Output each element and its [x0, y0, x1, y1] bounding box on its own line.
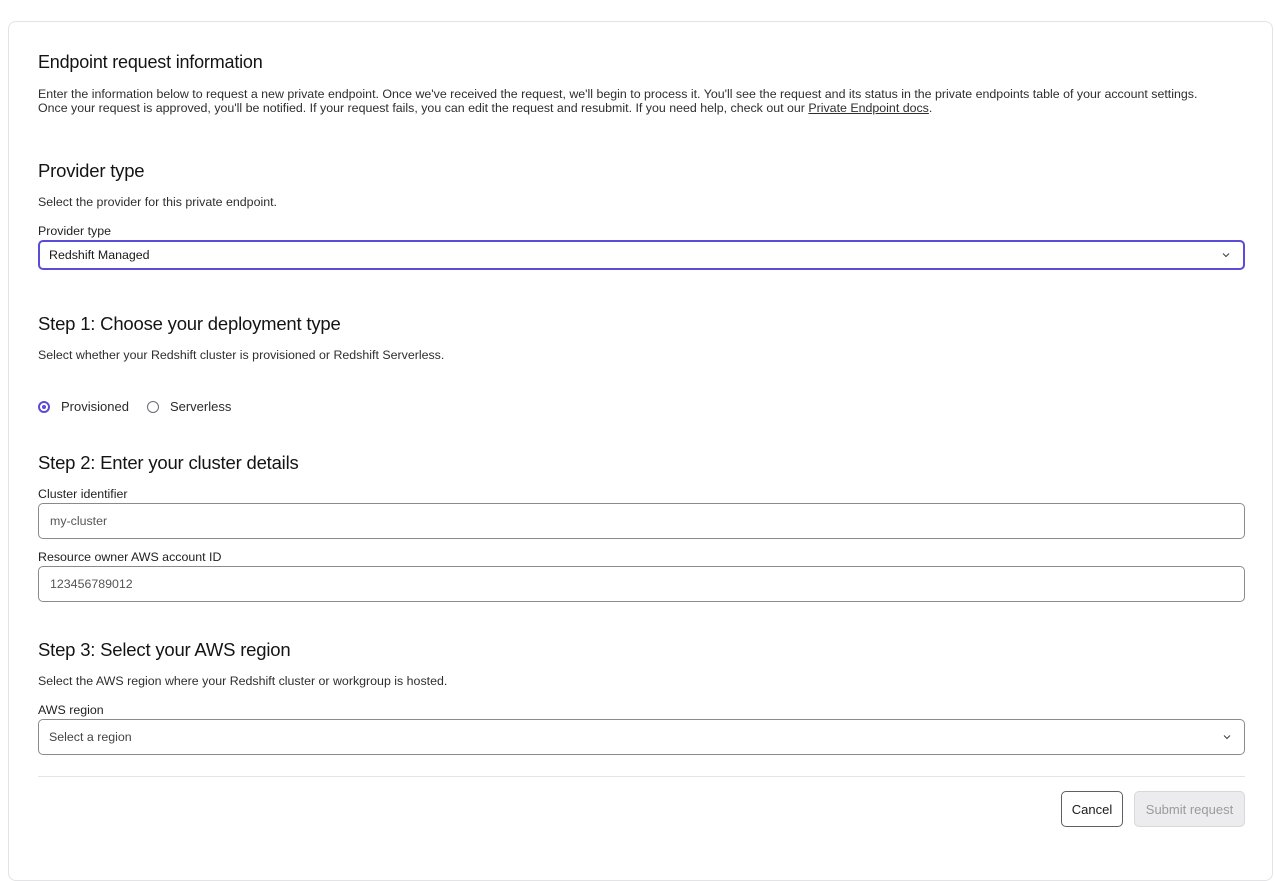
cancel-button[interactable]: Cancel — [1061, 791, 1123, 827]
submit-request-button[interactable]: Submit request — [1134, 791, 1245, 827]
deployment-type-radio-group: Provisioned Serverless — [38, 399, 249, 414]
chevron-down-icon — [1221, 250, 1231, 260]
radio-serverless-label: Serverless — [169, 399, 232, 414]
account-id-label: Resource owner AWS account ID — [38, 550, 222, 564]
aws-region-placeholder: Select a region — [49, 730, 132, 744]
description-line-2: Once your request is approved, you'll be… — [38, 101, 1197, 115]
aws-region-label: AWS region — [38, 703, 104, 717]
step2-title: Step 2: Enter your cluster details — [38, 452, 299, 473]
provider-type-value: Redshift Managed — [49, 248, 150, 262]
account-id-input[interactable] — [38, 566, 1245, 602]
description-line-2-prefix: Once your request is approved, you'll be… — [38, 101, 809, 115]
provider-type-select[interactable]: Redshift Managed — [38, 240, 1245, 270]
radio-provisioned-indicator — [38, 400, 50, 413]
provider-type-label: Provider type — [38, 224, 112, 238]
radio-serverless[interactable]: Serverless — [146, 399, 232, 414]
page-title: Endpoint request information — [38, 52, 263, 72]
aws-region-select[interactable]: Select a region — [38, 719, 1245, 755]
card-content: Endpoint request information Enter the i… — [38, 22, 1245, 880]
provider-description: Select the provider for this private end… — [38, 195, 277, 209]
private-endpoint-docs-link[interactable]: Private Endpoint docs — [808, 101, 929, 115]
header-description: Enter the information below to request a… — [38, 87, 1197, 115]
chevron-down-icon — [1222, 732, 1232, 742]
endpoint-request-card: Endpoint request information Enter the i… — [8, 21, 1273, 881]
radio-serverless-indicator — [146, 400, 159, 413]
form-divider — [38, 776, 1245, 777]
radio-provisioned-label: Provisioned — [61, 399, 129, 414]
step1-title: Step 1: Choose your deployment type — [38, 313, 341, 334]
step3-description: Select the AWS region where your Redshif… — [38, 674, 448, 688]
cluster-identifier-label: Cluster identifier — [38, 487, 128, 501]
description-line-2-suffix: . — [928, 101, 933, 115]
description-line-1: Enter the information below to request a… — [38, 87, 1198, 101]
provider-section-title: Provider type — [38, 160, 145, 181]
radio-provisioned[interactable]: Provisioned — [38, 399, 129, 414]
step3-title: Step 3: Select your AWS region — [38, 639, 291, 660]
step1-description: Select whether your Redshift cluster is … — [38, 348, 445, 362]
cluster-identifier-input[interactable] — [38, 503, 1245, 539]
